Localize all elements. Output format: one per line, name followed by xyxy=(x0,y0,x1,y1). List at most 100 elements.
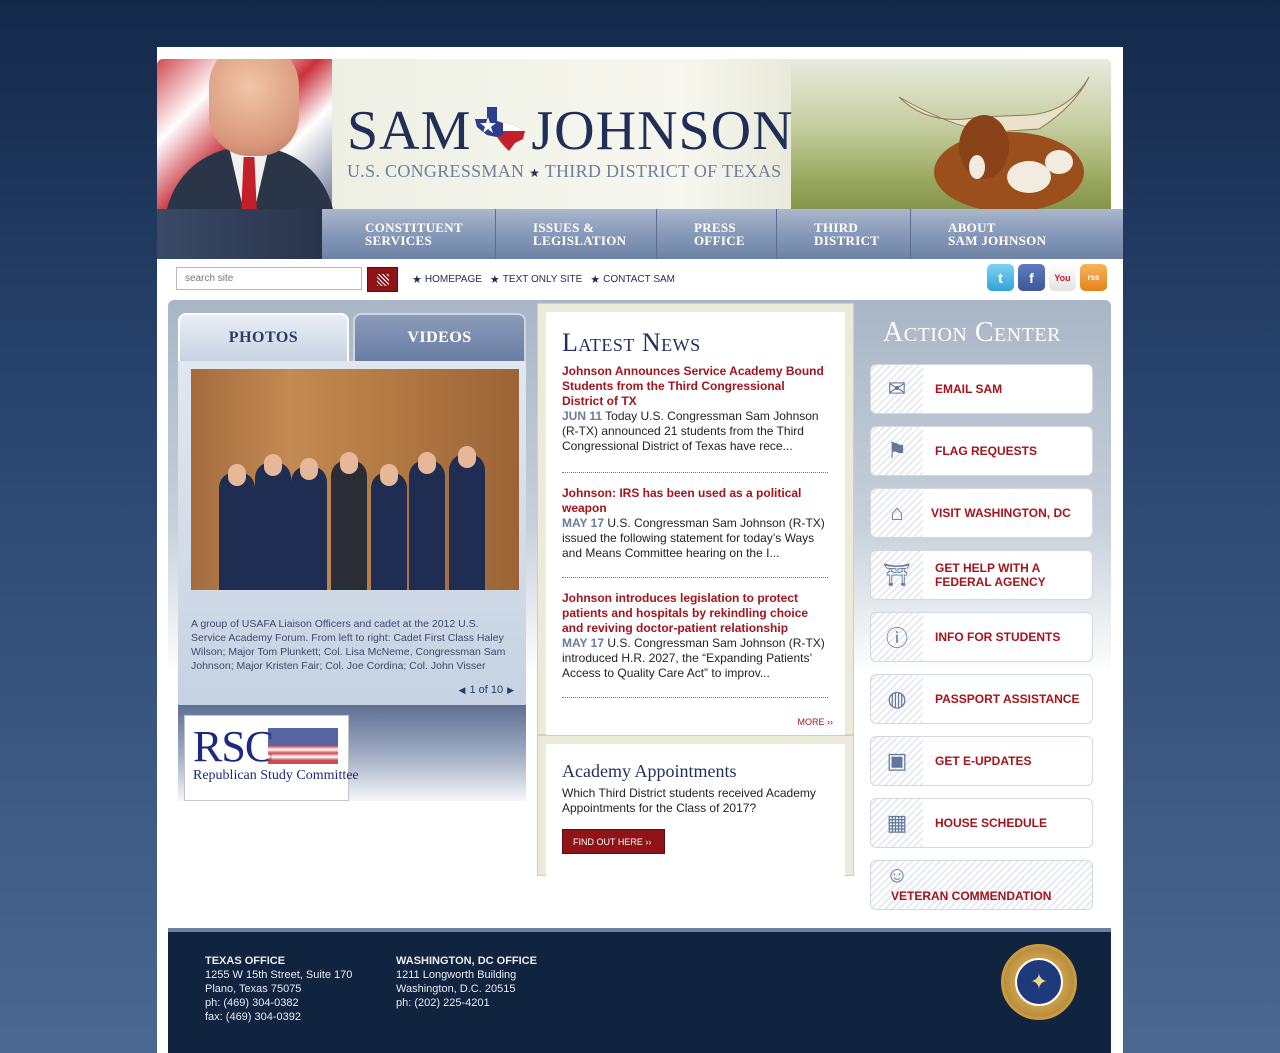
nav-label-line2: Legislation xyxy=(533,233,627,248)
facebook-icon[interactable]: f xyxy=(1018,264,1045,291)
action-visit-washington[interactable]: ⌂ VISIT WASHINGTON, DC xyxy=(870,488,1093,538)
social-icons: t f You rss xyxy=(987,264,1107,291)
action-email-sam[interactable]: ✉ EMAIL SAM xyxy=(870,364,1093,414)
texas-office-heading: TEXAS OFFICE xyxy=(205,955,286,967)
next-arrow-icon[interactable]: ▶ xyxy=(507,685,514,696)
action-get-e-updates[interactable]: ▣ GET E-UPDATES xyxy=(870,736,1093,786)
texas-flag-icon xyxy=(475,107,526,151)
subtitle-star-icon: ★ xyxy=(529,166,541,180)
photo-person xyxy=(449,454,485,590)
action-info-students[interactable]: ⓘ INFO FOR STUDENTS xyxy=(870,612,1093,662)
action-label: HOUSE SCHEDULE xyxy=(923,799,1092,847)
tab-videos[interactable]: VIDEOS xyxy=(353,313,526,361)
nav-constituent-services[interactable]: Constituent Services xyxy=(322,209,496,259)
news-divider xyxy=(562,577,828,578)
photo-person xyxy=(219,472,255,590)
action-label: VETERAN COMMENDATION xyxy=(891,889,1052,903)
latest-news-inner: Latest News Johnson Announces Service Ac… xyxy=(546,312,845,735)
texas-address-line: 1255 W 15th Street, Suite 170 xyxy=(205,969,353,981)
dc-phone: ph: (202) 225-4201 xyxy=(396,997,490,1009)
nav-label-line2: District xyxy=(814,233,880,248)
latest-news-panel: Latest News Johnson Announces Service Ac… xyxy=(537,303,854,735)
rss-icon[interactable]: rss xyxy=(1080,264,1107,291)
action-passport-assistance[interactable]: ◍ PASSPORT ASSISTANCE xyxy=(870,674,1093,724)
media-panel: PHOTOS VIDEOS A group of USAFA Liaison O… xyxy=(178,313,526,801)
action-veteran-commendation[interactable]: ☺ VETERAN COMMENDATION xyxy=(870,860,1093,910)
contact-label: CONTACT SAM xyxy=(603,274,675,285)
rsc-area: RSC Republican Study Committee xyxy=(178,705,526,801)
nav-third-district[interactable]: Third District xyxy=(777,209,911,259)
contact-link[interactable]: ★ CONTACT SAM xyxy=(590,273,675,286)
site-title-left: SAM xyxy=(347,100,472,162)
news-headline[interactable]: Johnson introduces legislation to protec… xyxy=(562,591,828,636)
news-divider xyxy=(562,697,828,698)
monitor-icon: ▣ xyxy=(886,748,908,773)
dc-address-line: 1211 Longworth Building xyxy=(396,969,517,981)
featured-photo[interactable] xyxy=(191,369,519,590)
photo-pager: ◀ 1 of 10 ▶ xyxy=(459,684,514,696)
photo-face xyxy=(209,59,299,156)
dc-office-heading: WASHINGTON, DC OFFICE xyxy=(396,955,537,967)
photo-person-head xyxy=(418,452,436,474)
site-footer: TEXAS OFFICE 1255 W 15th Street, Suite 1… xyxy=(168,928,1111,1053)
action-flag-requests[interactable]: ⚑ FLAG REQUESTS xyxy=(870,426,1093,476)
envelope-icon: ✉ xyxy=(887,376,907,401)
site-title-right: JOHNSON xyxy=(531,100,794,162)
congress-seal-icon: ✦ xyxy=(1001,944,1077,1020)
rsc-logo-link[interactable]: RSC Republican Study Committee xyxy=(184,715,359,801)
dc-address-line: Washington, D.C. 20515 xyxy=(396,983,516,995)
search-button[interactable] xyxy=(367,267,398,292)
prev-arrow-icon[interactable]: ◀ xyxy=(459,685,466,696)
action-label: VISIT WASHINGTON, DC xyxy=(923,489,1092,537)
media-tabs: PHOTOS VIDEOS xyxy=(178,313,526,361)
page-container: SAM JOHNSON U.S. CONGRESSMAN ★ THIRD DIST… xyxy=(157,47,1123,1053)
tab-photos[interactable]: PHOTOS xyxy=(178,313,349,361)
globe-icon: ◍ xyxy=(887,686,907,711)
news-summary: JUN 11 Today U.S. Congressman Sam Johnso… xyxy=(562,409,828,454)
nav-label-line2: Office xyxy=(694,233,745,248)
photo-person xyxy=(371,472,407,590)
nav-label-line2: Sam Johnson xyxy=(948,233,1047,248)
media-body: A group of USAFA Liaison Officers and ca… xyxy=(178,361,526,705)
action-label: FLAG REQUESTS xyxy=(923,427,1092,475)
search-input[interactable] xyxy=(176,267,362,290)
nav-press-office[interactable]: Press Office xyxy=(657,209,777,259)
news-headline[interactable]: Johnson Announces Service Academy Bound … xyxy=(562,364,828,409)
nav-photo-strip xyxy=(157,209,322,259)
dc-office: WASHINGTON, DC OFFICE 1211 Longworth Bui… xyxy=(396,954,537,1010)
site-subtitle: U.S. CONGRESSMAN ★ THIRD DISTRICT OF TEX… xyxy=(347,161,781,182)
subtitle-left: U.S. CONGRESSMAN xyxy=(347,161,525,181)
action-house-schedule[interactable]: ▦ HOUSE SCHEDULE xyxy=(870,798,1093,848)
academy-appointments-panel: Academy Appointments Which Third Distric… xyxy=(537,735,854,876)
nav-about[interactable]: About Sam Johnson xyxy=(911,209,1123,259)
action-label: GET E-UPDATES xyxy=(923,737,1092,785)
latest-news-title: Latest News xyxy=(562,328,701,357)
photo-person xyxy=(291,466,327,590)
homepage-link[interactable]: ★ HOMEPAGE xyxy=(412,273,482,286)
utility-bar: ★ HOMEPAGE ★ TEXT ONLY SITE ★ CONTACT SA… xyxy=(176,264,1107,293)
site-title[interactable]: SAM JOHNSON xyxy=(347,99,794,163)
news-date: JUN 11 xyxy=(562,409,603,423)
photo-person xyxy=(409,460,445,590)
photo-person-head xyxy=(380,464,398,486)
more-news-link[interactable]: MORE ›› xyxy=(798,717,834,727)
photo-person xyxy=(331,460,367,590)
action-label: PASSPORT ASSISTANCE xyxy=(923,675,1092,723)
photo-person-head xyxy=(300,458,318,480)
texas-address-line: Plano, Texas 75075 xyxy=(205,983,302,995)
nav-label-line2: Services xyxy=(365,233,432,248)
news-headline[interactable]: Johnson: IRS has been used as a politica… xyxy=(562,486,828,516)
news-item: Johnson Announces Service Academy Bound … xyxy=(562,364,828,454)
calendar-icon: ▦ xyxy=(886,810,908,835)
youtube-icon[interactable]: You xyxy=(1049,264,1076,291)
text-only-link[interactable]: ★ TEXT ONLY SITE xyxy=(490,273,582,286)
news-date: MAY 17 xyxy=(562,516,605,530)
nav-issues-legislation[interactable]: Issues & Legislation xyxy=(496,209,657,259)
find-out-here-button[interactable]: FIND OUT HERE ›› xyxy=(562,829,665,854)
star-icon: ★ xyxy=(590,274,601,286)
academy-inner: Academy Appointments Which Third Distric… xyxy=(546,744,845,876)
flag-icon: ⚑ xyxy=(887,438,907,463)
twitter-icon[interactable]: t xyxy=(987,264,1014,291)
federal-building-icon: ⛩ xyxy=(883,562,911,587)
action-federal-agency[interactable]: ⛩ GET HELP WITH A FEDERAL AGENCY xyxy=(870,550,1093,600)
